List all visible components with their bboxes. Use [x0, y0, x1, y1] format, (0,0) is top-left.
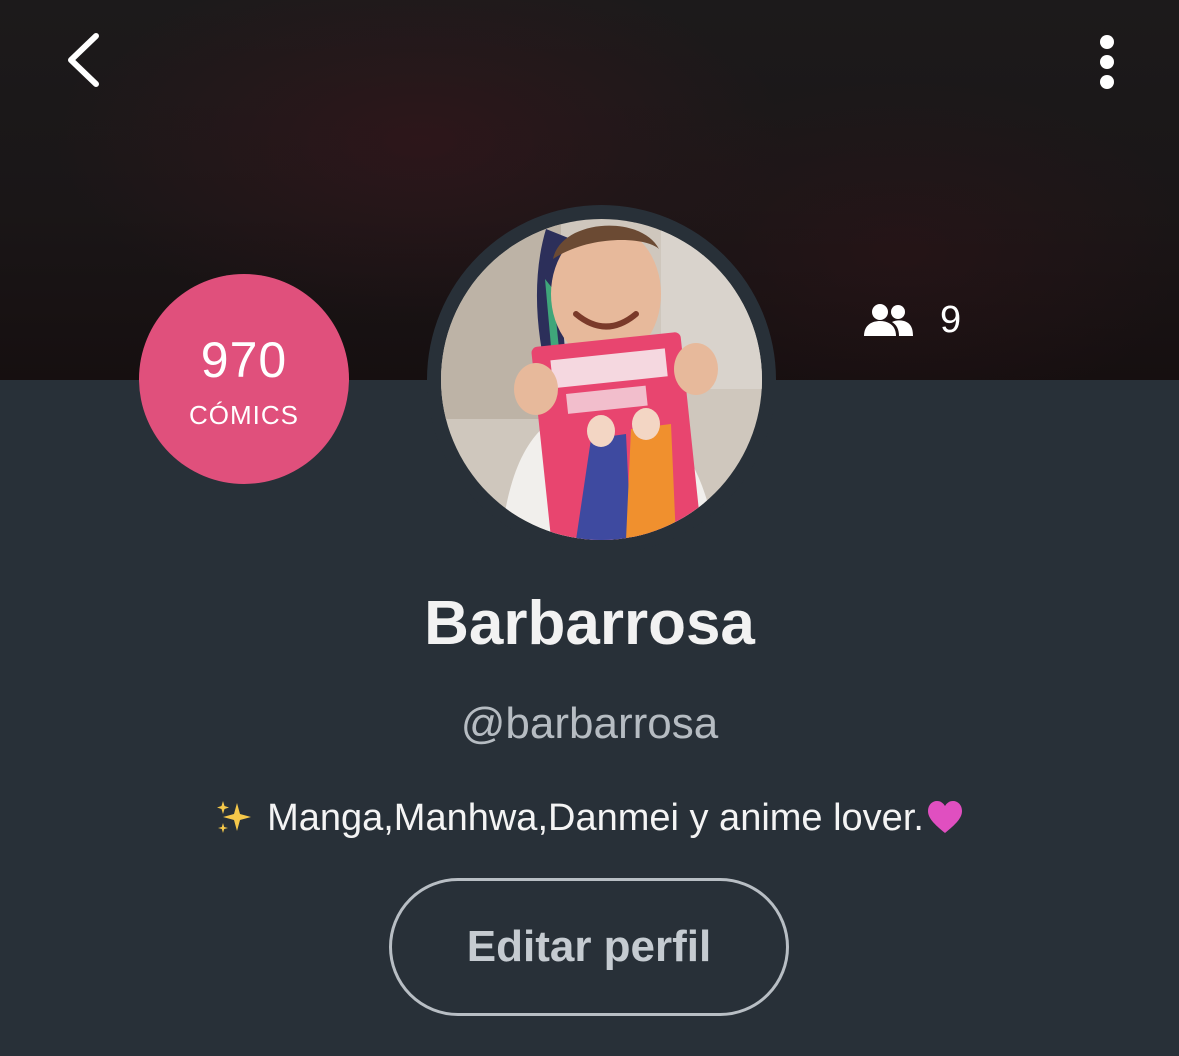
more-options-button[interactable] [1082, 30, 1132, 94]
heart-icon [927, 801, 962, 833]
avatar-photo [441, 219, 762, 540]
comics-label: CÓMICS [189, 400, 299, 430]
sparkles-icon [217, 801, 252, 833]
followers-stat[interactable]: 9 [862, 296, 961, 344]
people-icon [864, 304, 913, 336]
chevron-left-icon [68, 33, 99, 87]
followers-count: 9 [940, 299, 962, 341]
bio: Manga,Manhwa,Danmei y anime lover. [0, 794, 1179, 842]
more-vertical-icon [1100, 35, 1114, 89]
username: @barbarrosa [460, 699, 719, 748]
bio-text: Manga,Manhwa,Danmei y anime lover. [267, 797, 924, 839]
edit-profile-button[interactable]: Editar perfil [389, 878, 789, 1016]
display-name: Barbarrosa [424, 589, 755, 658]
comics-count: 970 [200, 332, 288, 388]
back-button[interactable] [58, 28, 118, 92]
avatar[interactable] [441, 219, 762, 540]
profile-screen: 970 CÓMICS 9 Barbarrosa @barbarrosa Mang… [0, 0, 1179, 1056]
comics-count-badge[interactable]: 970 CÓMICS [139, 274, 349, 484]
